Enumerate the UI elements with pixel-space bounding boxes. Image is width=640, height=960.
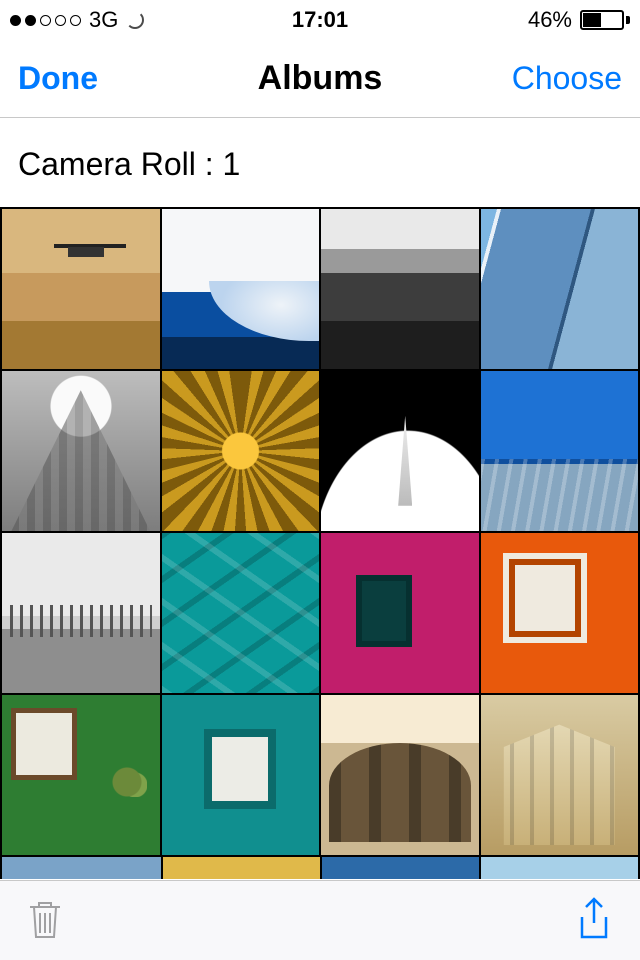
photo-thumbnail[interactable] bbox=[481, 533, 639, 693]
share-button[interactable] bbox=[574, 895, 614, 946]
choose-button[interactable]: Choose bbox=[512, 60, 622, 97]
share-icon bbox=[574, 895, 614, 943]
photo-thumbnail[interactable] bbox=[321, 695, 479, 855]
photo-thumbnail[interactable] bbox=[2, 209, 160, 369]
photo-thumbnail[interactable] bbox=[2, 371, 160, 531]
photo-thumbnail[interactable] bbox=[321, 209, 479, 369]
photo-thumbnail[interactable] bbox=[321, 371, 479, 531]
photo-thumbnail[interactable] bbox=[2, 533, 160, 693]
battery-icon bbox=[580, 10, 630, 30]
photo-thumbnail[interactable] bbox=[481, 695, 639, 855]
photo-thumbnail[interactable] bbox=[162, 533, 320, 693]
network-activity-icon bbox=[126, 11, 144, 29]
carrier-label: 3G bbox=[89, 7, 118, 33]
battery-percent: 46% bbox=[528, 7, 572, 33]
photo-thumbnail[interactable] bbox=[162, 371, 320, 531]
photo-thumbnail[interactable] bbox=[162, 209, 320, 369]
photo-thumbnail[interactable] bbox=[321, 533, 479, 693]
album-name-label: Camera Roll : 1 bbox=[0, 118, 640, 207]
photo-grid bbox=[0, 207, 640, 857]
done-button[interactable]: Done bbox=[18, 60, 98, 97]
photo-thumbnail[interactable] bbox=[481, 209, 639, 369]
bottom-toolbar bbox=[0, 880, 640, 960]
photo-thumbnail[interactable] bbox=[481, 371, 639, 531]
photo-thumbnail[interactable] bbox=[2, 695, 160, 855]
signal-strength-icon bbox=[10, 15, 81, 26]
trash-icon bbox=[26, 897, 64, 941]
status-bar: 3G 17:01 46% bbox=[0, 0, 640, 40]
photo-thumbnail[interactable] bbox=[162, 695, 320, 855]
nav-bar: Done Albums Choose bbox=[0, 40, 640, 118]
photo-grid-overflow bbox=[0, 857, 640, 879]
trash-button[interactable] bbox=[26, 897, 64, 944]
